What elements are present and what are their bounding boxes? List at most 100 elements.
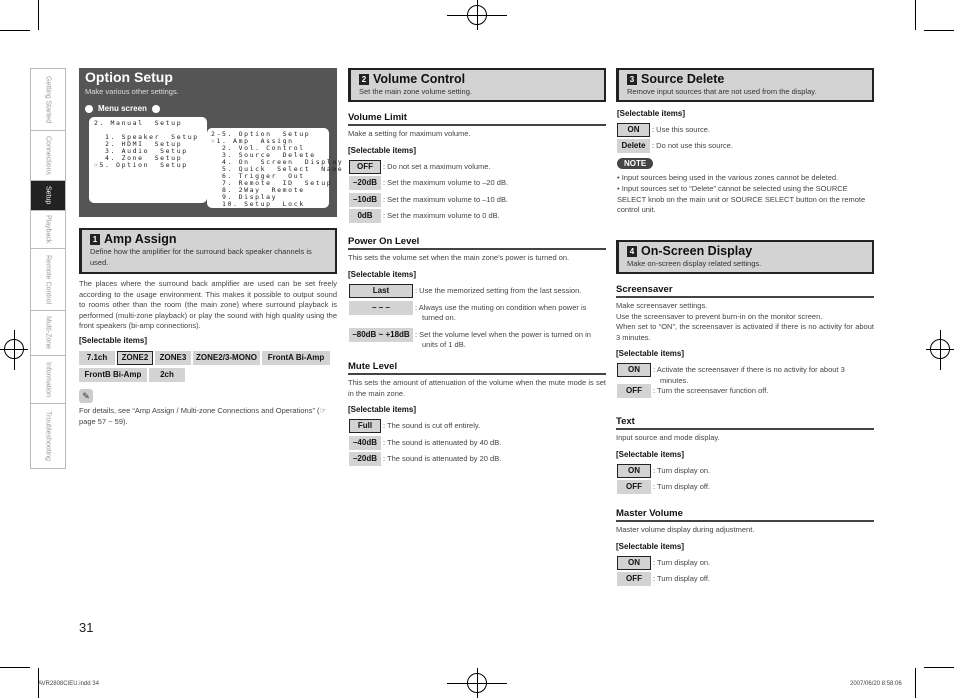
option-on: ON bbox=[617, 123, 650, 137]
section-number: 4 bbox=[627, 245, 637, 257]
note-text: Input sources set to “Delete” cannot be … bbox=[617, 184, 866, 214]
sidebar-label: Connections bbox=[44, 136, 52, 175]
sidebar-item-playback[interactable]: Playback bbox=[30, 210, 66, 248]
on-screen-display-header: 4 On-Screen Display Make on-screen displa… bbox=[616, 240, 874, 274]
option-chip: ON bbox=[617, 463, 651, 478]
option-chip: –20dB bbox=[349, 452, 381, 466]
crop-mark bbox=[940, 330, 941, 370]
subsection-description: Make a setting for maximum volume. bbox=[348, 129, 471, 138]
section-description: Set the main zone volume setting. bbox=[359, 87, 472, 96]
crop-mark bbox=[924, 30, 954, 31]
section-description: Define how the amplifier for the surroun… bbox=[90, 247, 312, 267]
selectable-items-label: [Selectable items] bbox=[348, 269, 417, 279]
footer-filename: AVR2808CIEU.indd 34 bbox=[38, 681, 99, 687]
menu-screen-manual-setup: 2. Manual Setup 1. Speaker Setup 2. HDMI… bbox=[89, 117, 207, 203]
subsection-title: Volume Limit bbox=[348, 112, 606, 126]
bullet-icon bbox=[85, 104, 93, 113]
option-description: : Always use the muting on condition whe… bbox=[415, 302, 587, 323]
crop-mark bbox=[0, 667, 30, 668]
menu-screen-label: Menu screen bbox=[85, 104, 160, 113]
option-2ch: 2ch bbox=[149, 368, 185, 382]
option-text: Do not set a maximum volume. bbox=[387, 161, 491, 171]
bullet-icon bbox=[151, 104, 160, 113]
option-description: : Turn display off. bbox=[653, 574, 710, 583]
option-chip: ON bbox=[617, 555, 651, 570]
amp-assign-reference-note: For details, see “Amp Assign / Multi-zon… bbox=[79, 406, 327, 426]
option-text: The sound is cut off entirely. bbox=[387, 421, 481, 430]
section-title: On-Screen Display bbox=[641, 244, 753, 258]
menu-line: ☞5. Option Setup bbox=[94, 161, 188, 169]
sidebar-item-remote-control[interactable]: Remote Control bbox=[30, 248, 66, 310]
option-chip: OFF bbox=[349, 159, 381, 174]
option-description: : Set the maximum volume to –10 dB. bbox=[383, 194, 509, 204]
option-description: : Use this source. bbox=[652, 125, 710, 134]
section-title: Amp Assign bbox=[104, 232, 177, 246]
crop-mark bbox=[0, 30, 30, 31]
option-description: : Set the volume level when the power is… bbox=[415, 329, 591, 350]
page-number: 31 bbox=[79, 620, 94, 635]
option-zone2-selected: ZONE2 bbox=[117, 351, 153, 365]
sidebar-item-troubleshooting[interactable]: Troubleshooting bbox=[30, 403, 66, 469]
selectable-items-label: [Selectable items] bbox=[79, 336, 148, 345]
option-text: Turn display off. bbox=[657, 574, 710, 583]
sidebar-item-multi-zone[interactable]: Multi-Zone bbox=[30, 310, 66, 355]
subsection-description: This sets the volume set when the main z… bbox=[348, 253, 570, 262]
amp-assign-body: The places where the surround back ampli… bbox=[79, 279, 337, 330]
crop-mark bbox=[38, 0, 39, 30]
section-description: Make on-screen display related settings. bbox=[627, 259, 762, 268]
option-chip: –20dB bbox=[349, 176, 381, 190]
option-text: Always use the muting on condition when … bbox=[418, 302, 587, 323]
option-description: : Set the maximum volume to –20 dB. bbox=[383, 178, 509, 187]
section-description: Remove input sources that are not used f… bbox=[627, 87, 817, 96]
subsection-title: Power On Level bbox=[348, 236, 606, 250]
option-description: : Turn display off. bbox=[653, 482, 710, 491]
option-chip: Last bbox=[349, 283, 413, 298]
menu-line: 10. Setup Lock bbox=[211, 200, 305, 208]
section-number: 3 bbox=[627, 73, 637, 85]
note-text: Input sources being used in the various … bbox=[621, 173, 839, 182]
selectable-items-label: [Selectable items] bbox=[348, 145, 417, 155]
pencil-note-icon: ✎ bbox=[79, 389, 93, 403]
option-7-1ch: 7.1ch bbox=[79, 351, 115, 365]
option-chip: –10dB bbox=[349, 192, 381, 207]
section-title: Source Delete bbox=[641, 72, 725, 86]
selectable-items-label: [Selectable items] bbox=[348, 405, 417, 414]
option-description: : Do not set a maximum volume. bbox=[383, 161, 491, 171]
menu-line: 2. Manual Setup bbox=[94, 119, 183, 127]
note-badge: NOTE bbox=[617, 158, 654, 169]
subsection-title: Master Volume bbox=[616, 508, 874, 522]
page-title: Option Setup bbox=[85, 69, 173, 85]
sidebar-label: Playback bbox=[44, 215, 52, 244]
subsection-description: Master volume display during adjustment. bbox=[616, 525, 755, 534]
option-description: : Turn display on. bbox=[653, 465, 711, 475]
option-description: : Do not use this source. bbox=[652, 141, 733, 150]
option-text: Set the volume level when the power is t… bbox=[419, 329, 591, 350]
option-description: : The sound is attenuated by 40 dB. bbox=[383, 437, 502, 447]
subsection-title: Text bbox=[616, 416, 874, 430]
sidebar-item-information[interactable]: Information bbox=[30, 355, 66, 403]
crop-mark bbox=[915, 0, 916, 30]
sidebar-item-setup[interactable]: Setup bbox=[30, 180, 66, 210]
option-description: : Activate the screensaver if there is n… bbox=[653, 365, 845, 385]
option-chip: –40dB bbox=[349, 435, 381, 450]
option-chip: Full bbox=[349, 419, 381, 433]
selectable-items-label: [Selectable items] bbox=[616, 541, 685, 551]
option-description: : Turn display on. bbox=[653, 557, 711, 567]
section-title: Volume Control bbox=[373, 72, 466, 86]
option-fronta-bi-amp: FrontA Bi-Amp bbox=[262, 351, 330, 365]
sidebar-item-connections[interactable]: Connections bbox=[30, 130, 66, 180]
option-description: : Turn the screensaver function off. bbox=[653, 386, 769, 395]
volume-control-header: 2 Volume Control Set the main zone volume… bbox=[348, 68, 606, 102]
option-chip: OFF bbox=[617, 480, 651, 494]
section-number: 1 bbox=[90, 233, 100, 245]
section-number: 2 bbox=[359, 73, 369, 85]
option-chip: OFF bbox=[617, 384, 651, 398]
option-chip: – – – bbox=[349, 300, 413, 315]
option-description: : Use the memorized setting from the las… bbox=[415, 285, 582, 295]
sidebar-item-getting-started[interactable]: Getting Started bbox=[30, 68, 66, 130]
option-text: Turn the screensaver function off. bbox=[657, 386, 769, 395]
sidebar-label: Setup bbox=[44, 186, 52, 205]
option-frontb-bi-amp: FrontB Bi-Amp bbox=[79, 368, 147, 382]
option-text: Turn display on. bbox=[657, 557, 711, 567]
option-text: Set the maximum volume to –20 dB. bbox=[387, 178, 509, 187]
